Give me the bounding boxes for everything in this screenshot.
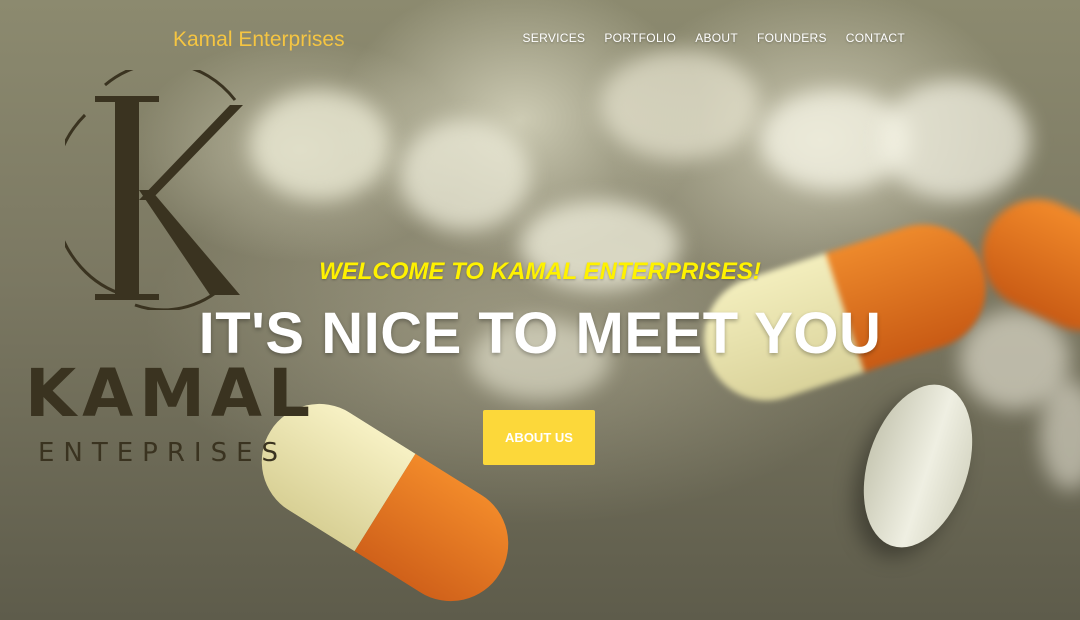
hero-subheading: WELCOME TO KAMAL ENTERPRISES!: [319, 258, 761, 285]
logo-tagline: ENTEPRISES: [38, 438, 288, 468]
nav-link-about[interactable]: ABOUT: [695, 31, 738, 45]
tablet-blur: [400, 120, 530, 230]
tablet-blur: [880, 80, 1030, 200]
nav-link-founders[interactable]: FOUNDERS: [757, 31, 827, 45]
nav-link-portfolio[interactable]: PORTFOLIO: [604, 31, 676, 45]
nav-links: SERVICES PORTFOLIO ABOUT FOUNDERS CONTAC…: [522, 31, 905, 45]
brand-link[interactable]: Kamal Enterprises: [173, 28, 345, 52]
hero-heading: IT'S NICE TO MEET YOU: [198, 301, 882, 366]
tablet: [844, 370, 992, 562]
navbar: Kamal Enterprises SERVICES PORTFOLIO ABO…: [0, 0, 1080, 80]
about-us-button[interactable]: ABOUT US: [483, 410, 595, 465]
nav-link-services[interactable]: SERVICES: [522, 31, 585, 45]
nav-link-contact[interactable]: CONTACT: [846, 31, 905, 45]
